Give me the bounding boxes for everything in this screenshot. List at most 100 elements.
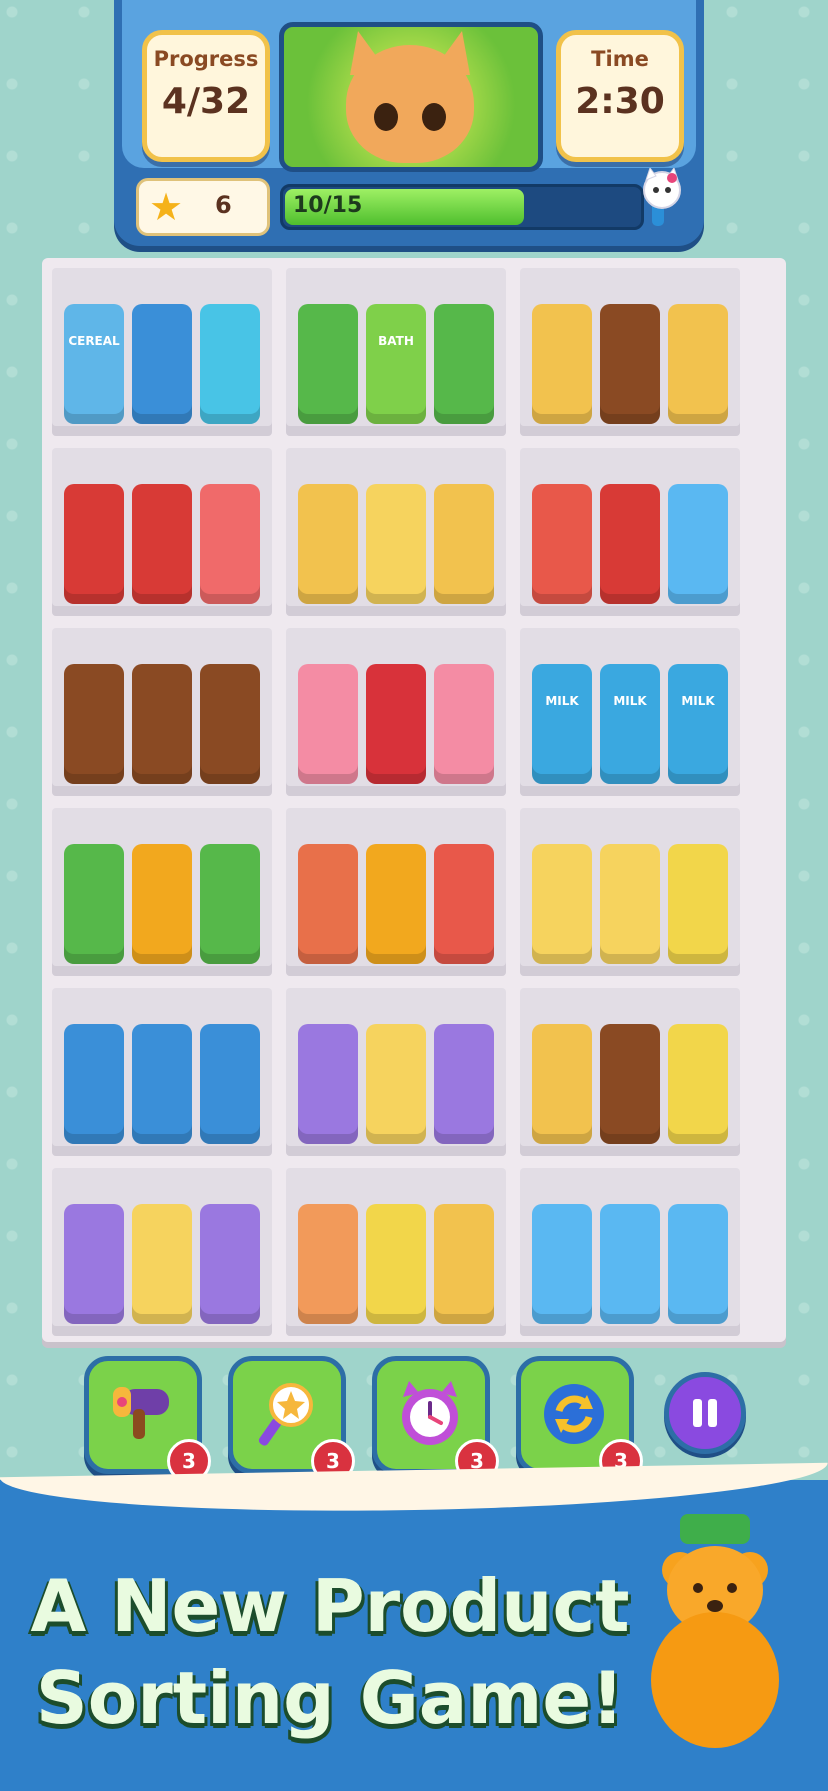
shelf-slot[interactable]: CEREAL [52, 268, 272, 436]
shelf-slot[interactable] [520, 448, 740, 616]
mayo-item[interactable] [668, 304, 728, 424]
ketchup-item[interactable] [600, 484, 660, 604]
donut-bag-item[interactable] [434, 664, 494, 784]
canned-peas-item[interactable] [64, 844, 124, 964]
shelf-slot[interactable] [52, 448, 272, 616]
booster-magic-wand[interactable]: 3 [228, 1356, 355, 1483]
booster-paw-blaster[interactable]: 3 [84, 1356, 211, 1483]
shelf-slot[interactable] [52, 988, 272, 1156]
paw-detergent-item[interactable] [64, 1204, 124, 1324]
ketchup-item[interactable] [64, 484, 124, 604]
coins-item[interactable] [366, 844, 426, 964]
mayo-item[interactable] [532, 1024, 592, 1144]
product-label: CEREAL [68, 334, 120, 348]
honey-bear-item[interactable] [64, 664, 124, 784]
product-label: BATH [378, 334, 414, 348]
peanut-jar-item[interactable] [132, 1024, 192, 1144]
honey-bear-item[interactable] [600, 1024, 660, 1144]
shelf-slot[interactable]: MILK MILK MILK [520, 628, 740, 796]
cat-milk-carton-item[interactable] [366, 484, 426, 604]
mayo-item[interactable] [434, 1204, 494, 1324]
paw-detergent-item[interactable] [200, 1204, 260, 1324]
honey-bear-item[interactable] [132, 664, 192, 784]
peanut-jar-item[interactable] [64, 1024, 124, 1144]
canned-peas-item[interactable] [200, 844, 260, 964]
alarm-clock-icon [402, 1381, 458, 1445]
hot-dog-item[interactable] [532, 484, 592, 604]
time-card: Time 2:30 [556, 30, 684, 162]
cat-eye-right [422, 103, 446, 131]
paw-detergent-item[interactable] [298, 1024, 358, 1144]
shelf-slot[interactable] [286, 448, 506, 616]
cat-head [346, 45, 474, 163]
mayo-item[interactable] [298, 484, 358, 604]
milk-item[interactable]: MILK [668, 664, 728, 784]
time-label: Time [591, 47, 649, 71]
shelf-slot[interactable] [286, 988, 506, 1156]
shelf-slot[interactable] [52, 808, 272, 976]
fries-item[interactable] [668, 1024, 728, 1144]
shelf-slot[interactable] [286, 1168, 506, 1336]
cat-wand-icon [643, 168, 681, 226]
coins-item[interactable] [132, 844, 192, 964]
fish-bag-item[interactable] [600, 1204, 660, 1324]
bath-bottle-item[interactable]: BATH [366, 304, 426, 424]
canned-peas-item[interactable] [298, 304, 358, 424]
promo-line-1: A New Product [30, 1564, 630, 1648]
fish-bag-item[interactable] [532, 1204, 592, 1324]
pause-icon-bar [693, 1399, 702, 1427]
mayo-item[interactable] [532, 304, 592, 424]
cups-item[interactable] [298, 1204, 358, 1324]
cat-milk-carton-item[interactable] [532, 844, 592, 964]
noodle-cup-item[interactable] [200, 484, 260, 604]
honey-bear-item[interactable] [600, 304, 660, 424]
star-icon: ★ [149, 185, 184, 229]
milk-item[interactable]: MILK [532, 664, 592, 784]
tomato-sauce-item[interactable] [298, 844, 358, 964]
shelf-slot[interactable]: BATH [286, 268, 506, 436]
product-label: MILK [545, 694, 579, 708]
cat-milk-carton-item[interactable] [366, 1024, 426, 1144]
pause-button[interactable] [664, 1372, 746, 1454]
shelf-slot[interactable] [520, 268, 740, 436]
cat-milk-carton-item[interactable] [132, 1204, 192, 1324]
product-shelf: CEREAL BATH MILK MILK MILK [42, 258, 786, 1342]
star-counter: ★ 6 [136, 178, 270, 236]
bottle-item[interactable] [200, 304, 260, 424]
peanut-jar-item[interactable] [132, 304, 192, 424]
progress-label: Progress [153, 47, 259, 71]
cat-milk-carton-item[interactable] [600, 844, 660, 964]
shelf-slot[interactable] [520, 808, 740, 976]
hot-dog-item[interactable] [434, 844, 494, 964]
donut-bag-item[interactable] [298, 664, 358, 784]
time-value: 2:30 [575, 81, 665, 122]
ketchup-item[interactable] [132, 484, 192, 604]
booster-alarm-clock[interactable]: 3 [372, 1356, 499, 1483]
shelf-slot[interactable] [52, 1168, 272, 1336]
pause-icon-bar [708, 1399, 717, 1427]
star-count: 6 [215, 191, 232, 219]
canned-peas-item[interactable] [434, 304, 494, 424]
chips-can-item[interactable] [366, 664, 426, 784]
fries-item[interactable] [366, 1204, 426, 1324]
peanut-jar-item[interactable] [200, 1024, 260, 1144]
honey-bear-item[interactable] [200, 664, 260, 784]
honey-bear-mascot [651, 1514, 779, 1748]
fish-bag-item[interactable] [668, 484, 728, 604]
magic-wand-icon [258, 1383, 313, 1446]
shelf-slot[interactable] [52, 628, 272, 796]
milk-item[interactable]: MILK [600, 664, 660, 784]
progress-value: 4/32 [161, 81, 251, 122]
shelf-slot[interactable] [286, 628, 506, 796]
fries-item[interactable] [668, 844, 728, 964]
mayo-item[interactable] [434, 484, 494, 604]
product-label: MILK [681, 694, 715, 708]
shelf-slot[interactable] [520, 988, 740, 1156]
shelf-slot[interactable] [520, 1168, 740, 1336]
booster-shuffle[interactable]: 3 [516, 1356, 643, 1483]
shelf-slot[interactable] [286, 808, 506, 976]
paw-detergent-item[interactable] [434, 1024, 494, 1144]
cereal-box-item[interactable]: CEREAL [64, 304, 124, 424]
fish-bag-item[interactable] [668, 1204, 728, 1324]
progress-card: Progress 4/32 [142, 30, 270, 162]
